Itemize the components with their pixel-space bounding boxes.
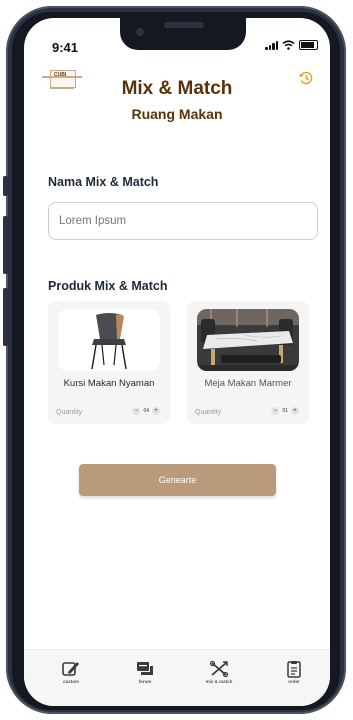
custom-pencil-icon [62,662,79,676]
product-name: Kursi Makan Nyaman [63,378,155,389]
quantity-value: 04 [143,408,149,414]
product-card-table[interactable]: Meja Makan Marmer Quantity − 01 + [187,301,309,424]
name-input[interactable] [48,202,318,240]
volume-up-button [3,216,8,274]
increment-button[interactable]: + [152,407,160,415]
nav-item-custom[interactable]: custom [51,660,91,684]
generate-button[interactable]: Genearte [79,464,276,496]
decrement-button[interactable]: − [271,407,280,415]
forum-chat-icon [137,662,153,675]
name-field-label: Nama Mix & Match [48,175,159,189]
notch [120,18,246,50]
chair-image [58,309,160,371]
history-clock-icon[interactable] [298,70,314,86]
front-camera [136,28,144,36]
nav-item-forum[interactable]: forum [125,660,165,684]
status-icons [265,40,318,50]
decrement-button[interactable]: − [132,407,141,415]
nav-label: mix & match [205,679,233,684]
speaker-grille [164,22,204,28]
signal-icon [265,40,278,50]
quantity-stepper: − 01 + [271,407,299,415]
battery-icon [299,40,318,50]
mute-switch [3,176,8,196]
products-section-label: Produk Mix & Match [48,279,168,293]
table-image [197,309,299,371]
quantity-label: Quantity [56,409,83,416]
volume-down-button [3,288,8,346]
bottom-nav: custom forum mix & match order [24,649,330,706]
increment-button[interactable]: + [291,407,299,415]
order-clipboard-icon [287,661,301,678]
nav-item-order[interactable]: order [274,660,314,684]
nav-label: forum [138,679,152,684]
nav-label: custom [62,679,79,684]
product-card-chair[interactable]: Kursi Makan Nyaman Quantity − 04 + [48,301,170,424]
mix-match-icon [209,660,229,678]
quantity-stepper: − 04 + [132,407,160,415]
app-screen: 9:41 CUBI Mix & Match Ruang Makan Nama M… [24,18,330,706]
quantity-value: 01 [282,408,288,414]
nav-item-mix-match[interactable]: mix & match [199,660,239,684]
nav-label: order [288,679,300,684]
page-title: Mix & Match [121,78,233,99]
status-time: 9:41 [52,40,79,55]
quantity-label: Quantity [195,409,222,416]
product-name: Meja Makan Marmer [204,378,292,389]
wifi-icon [282,40,295,50]
page-subtitle: Ruang Makan [131,106,223,122]
